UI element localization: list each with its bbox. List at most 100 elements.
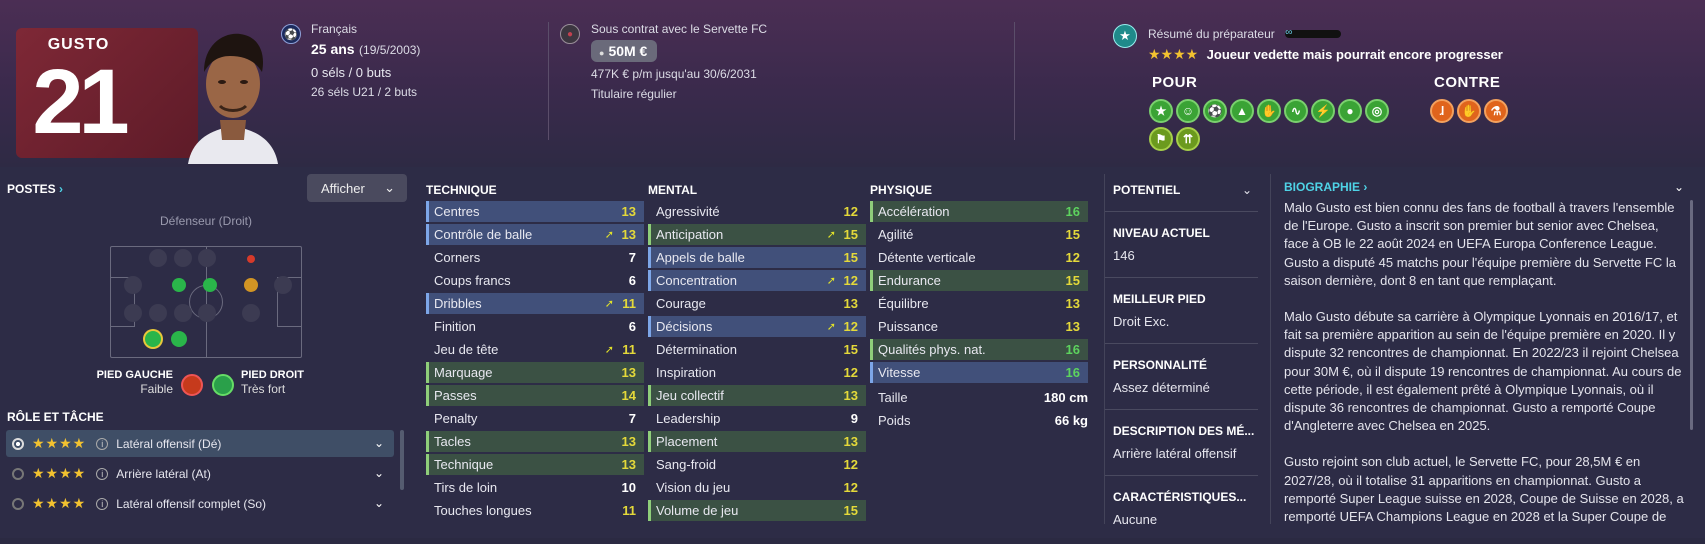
- attribute-value: 11: [622, 503, 636, 518]
- attribute-row[interactable]: Jeu de tête ➚ 11: [426, 339, 644, 360]
- attribute-row[interactable]: Centres 13: [426, 201, 644, 222]
- info-icon[interactable]: i: [96, 437, 109, 450]
- info-icon[interactable]: i: [96, 467, 109, 480]
- attribute-row[interactable]: Vitesse 16: [870, 362, 1088, 383]
- pitch-position-dot[interactable]: [149, 304, 167, 322]
- lightning-icon[interactable]: ⚡: [1311, 99, 1335, 123]
- attribute-row[interactable]: Contrôle de balle ➚ 13: [426, 224, 644, 245]
- attribute-row[interactable]: Tacles 13: [426, 431, 644, 452]
- attribute-value: 12: [843, 365, 858, 380]
- pitch-position-dot[interactable]: [171, 331, 187, 347]
- pitch-position-dot[interactable]: [242, 304, 260, 322]
- hand-icon[interactable]: ✋: [1457, 99, 1481, 123]
- pitch-position-dot[interactable]: [244, 278, 258, 292]
- biography-title[interactable]: BIOGRAPHIE ›: [1284, 180, 1367, 194]
- radio[interactable]: [12, 497, 24, 510]
- attribute-row[interactable]: Détermination 15: [648, 339, 866, 360]
- role-item[interactable]: ★★★★ i Latéral offensif complet (So) ⌄: [6, 490, 394, 517]
- pitch-position-dot[interactable]: [203, 278, 217, 292]
- display-button[interactable]: Afficher ⌄: [307, 174, 407, 202]
- attribute-row[interactable]: Appels de balle 15: [648, 247, 866, 268]
- bio-paragraph: Malo Gusto est bien connu des fans de fo…: [1284, 200, 1676, 288]
- attribute-row[interactable]: Corners 7: [426, 247, 644, 268]
- leg-icon[interactable]: ɺ: [1430, 99, 1454, 123]
- pitch-position-dot[interactable]: [149, 249, 167, 267]
- role-item[interactable]: ★★★★ i Arrière latéral (At) ⌄: [6, 460, 394, 487]
- radio-selected[interactable]: [12, 437, 24, 450]
- attribute-row[interactable]: Équilibre 13: [870, 293, 1088, 314]
- pitch-position-dot[interactable]: [174, 304, 192, 322]
- pitch-position-dot[interactable]: [247, 255, 255, 263]
- attribute-row[interactable]: Courage 13: [648, 293, 866, 314]
- attribute-row[interactable]: Anticipation ➚ 15: [648, 224, 866, 245]
- attribute-row[interactable]: Marquage 13: [426, 362, 644, 383]
- attribute-label: Appels de balle: [656, 250, 745, 265]
- brain-icon[interactable]: ●: [1338, 99, 1362, 123]
- attribute-value: 13: [1065, 319, 1080, 334]
- attribute-row[interactable]: Jeu collectif 13: [648, 385, 866, 406]
- chevron-down-icon[interactable]: ⌄: [1242, 183, 1252, 197]
- attribute-row[interactable]: Inspiration 12: [648, 362, 866, 383]
- boot-icon[interactable]: ▲: [1230, 99, 1254, 123]
- target-icon[interactable]: ◎: [1365, 99, 1389, 123]
- pitch-position-dot[interactable]: [198, 249, 216, 267]
- pitch-position-dot[interactable]: [124, 304, 142, 322]
- handshake-icon[interactable]: ✋: [1257, 99, 1281, 123]
- attribute-label: Puissance: [878, 319, 938, 334]
- attribute-row[interactable]: Passes 14: [426, 385, 644, 406]
- flag-icon[interactable]: ⚑: [1149, 127, 1173, 151]
- smile-icon[interactable]: ☺: [1176, 99, 1200, 123]
- attribute-row[interactable]: Vision du jeu 12: [648, 477, 866, 498]
- pitch-position-dot[interactable]: [172, 278, 186, 292]
- coach-summary-text: Joueur vedette mais pourrait encore prog…: [1206, 47, 1503, 62]
- attribute-row[interactable]: Leadership 9: [648, 408, 866, 429]
- attribute-row[interactable]: Détente verticale 12: [870, 247, 1088, 268]
- attribute-row[interactable]: Dribbles ➚ 11: [426, 293, 644, 314]
- chevron-down-icon[interactable]: ⌄: [1674, 180, 1684, 194]
- attribute-row[interactable]: Qualités phys. nat. 16: [870, 339, 1088, 360]
- attribute-row[interactable]: Sang-froid 12: [648, 454, 866, 475]
- attribute-label: Finition: [434, 319, 476, 334]
- attribute-row[interactable]: Décisions ➚ 12: [648, 316, 866, 337]
- attribute-row[interactable]: Placement 13: [648, 431, 866, 452]
- attribute-row[interactable]: Finition 6: [426, 316, 644, 337]
- positions-title[interactable]: POSTES ›: [7, 182, 63, 196]
- cons-icons: ɺ ✋ ⚗: [1430, 99, 1530, 123]
- attribute-row[interactable]: Accélération 16: [870, 201, 1088, 222]
- flask-icon[interactable]: ⚗: [1484, 99, 1508, 123]
- ball-icon[interactable]: ⚽: [1203, 99, 1227, 123]
- attribute-row[interactable]: Puissance 13: [870, 316, 1088, 337]
- pitch-position-dot[interactable]: [174, 249, 192, 267]
- attribute-row[interactable]: Touches longues 11: [426, 500, 644, 521]
- attribute-row[interactable]: Volume de jeu 15: [648, 500, 866, 521]
- attribute-row[interactable]: Agressivité 12: [648, 201, 866, 222]
- attribute-row[interactable]: Coups francs 6: [426, 270, 644, 291]
- attribute-value: 15: [843, 227, 858, 242]
- chevron-down-icon[interactable]: ⌄: [374, 436, 384, 450]
- roles-scrollbar[interactable]: [400, 430, 404, 490]
- role-item[interactable]: ★★★★ i Latéral offensif (Dé) ⌄: [6, 430, 394, 457]
- chevron-down-icon[interactable]: ⌄: [374, 496, 384, 510]
- radio[interactable]: [12, 467, 24, 480]
- attribute-row[interactable]: Endurance 15: [870, 270, 1088, 291]
- attribute-row[interactable]: Concentration ➚ 12: [648, 270, 866, 291]
- attribute-row[interactable]: Penalty 7: [426, 408, 644, 429]
- biography-text: Malo Gusto est bien connu des fans de fo…: [1284, 199, 1686, 544]
- attribute-row[interactable]: Agilité 15: [870, 224, 1088, 245]
- chevron-down-icon[interactable]: ⌄: [374, 466, 384, 480]
- pitch-position-dot[interactable]: [274, 276, 292, 294]
- attribute-row[interactable]: Technique 13: [426, 454, 644, 475]
- info-icon[interactable]: i: [96, 497, 109, 510]
- attribute-value: 12: [843, 457, 858, 472]
- pitch-position-dot[interactable]: [124, 276, 142, 294]
- bio-scrollbar[interactable]: [1690, 200, 1693, 430]
- attribute-value: 9: [850, 411, 858, 426]
- cons-title: CONTRE: [1434, 74, 1501, 91]
- arrows-up-icon[interactable]: ⇈: [1176, 127, 1200, 151]
- star-icon[interactable]: ★: [1149, 99, 1173, 123]
- pitch-position-dot[interactable]: [198, 304, 216, 322]
- pitch-position-dot[interactable]: [145, 331, 161, 347]
- attribute-row[interactable]: Tirs de loin 10: [426, 477, 644, 498]
- wave-icon[interactable]: ∿: [1284, 99, 1308, 123]
- attribute-value: 11: [622, 342, 636, 357]
